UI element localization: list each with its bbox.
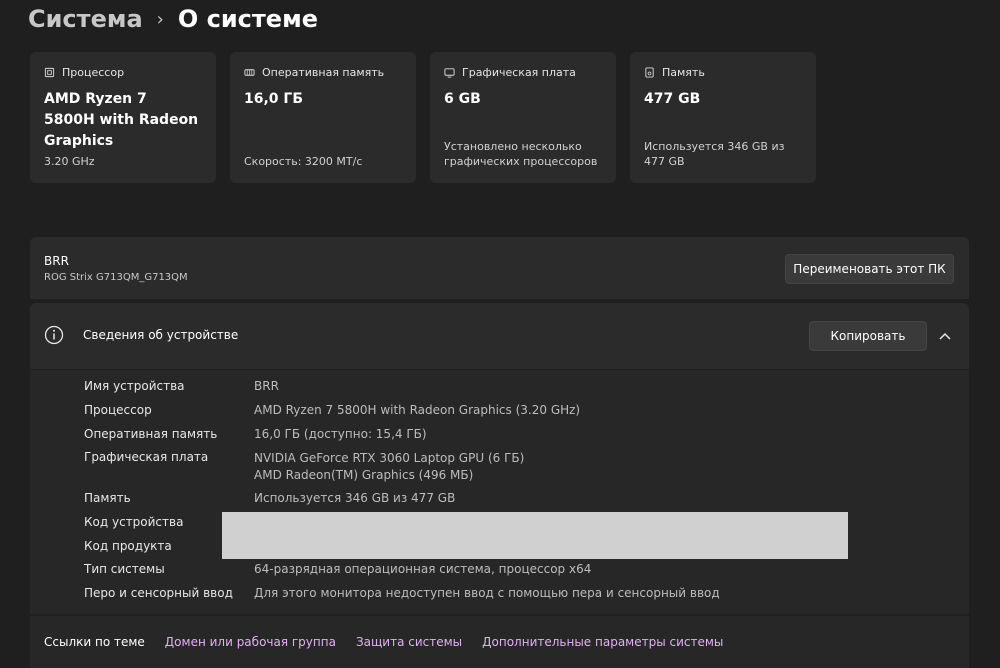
processor-card: Процессор AMD Ryzen 7 5800H with Radeon …	[30, 52, 216, 183]
spec-value-secondary: AMD Radeon(TM) Graphics (496 МБ)	[254, 468, 474, 482]
spec-label: Перо и сенсорный ввод	[84, 586, 233, 600]
device-specs-list: Имя устройства BRR Процессор AMD Ryzen 7…	[30, 370, 969, 614]
gpu-icon	[444, 68, 455, 78]
card-title: Память	[662, 66, 705, 79]
storage-icon	[645, 67, 654, 78]
card-value: 16,0 ГБ	[244, 91, 304, 107]
card-note: 3.20 GHz	[44, 155, 95, 168]
spec-value: NVIDIA GeForce RTX 3060 Laptop GPU (6 ГБ…	[254, 451, 525, 465]
spec-value: Для этого монитора недоступен ввод с пом…	[254, 586, 720, 600]
copy-button[interactable]: Копировать	[809, 321, 927, 351]
related-links: Ссылки по теме Домен или рабочая группа …	[30, 616, 969, 668]
memory-card: Оперативная память 16,0 ГБ Скорость: 320…	[230, 52, 416, 183]
card-title: Графическая плата	[462, 66, 576, 79]
device-specs-header[interactable]: Сведения об устройстве Копировать	[30, 303, 969, 369]
card-title: Оперативная память	[262, 66, 385, 79]
spec-value: AMD Ryzen 7 5800H with Radeon Graphics (…	[254, 403, 581, 417]
storage-card: Память 477 GB Используется 346 GB из 477…	[630, 52, 816, 183]
related-links-label: Ссылки по теме	[44, 635, 145, 649]
spec-label: Память	[84, 491, 131, 505]
spec-value: 16,0 ГБ (доступно: 15,4 ГБ)	[254, 427, 427, 441]
spec-label: Графическая плата	[84, 450, 209, 464]
spec-value: 64-разрядная операционная система, проце…	[254, 562, 592, 576]
spec-label: Оперативная память	[84, 427, 218, 441]
spec-label: Процессор	[84, 403, 152, 417]
card-value: 477 GB	[644, 91, 701, 107]
device-specs-title: Сведения об устройстве	[83, 328, 239, 342]
redacted-block	[222, 512, 848, 559]
rename-pc-button[interactable]: Переименовать этот ПК	[785, 254, 954, 284]
spec-label: Код устройства	[84, 515, 184, 529]
spec-label: Тип системы	[84, 562, 165, 576]
spec-cards: Процессор AMD Ryzen 7 5800H with Radeon …	[30, 52, 816, 183]
memory-icon	[244, 69, 255, 76]
spec-value: Используется 346 GB из 477 GB	[254, 491, 456, 505]
gpu-card: Графическая плата 6 GB Установлено неско…	[430, 52, 616, 183]
breadcrumb-separator-icon: ›	[156, 8, 164, 30]
device-model: ROG Strix G713QM_G713QM	[44, 272, 188, 283]
spec-label: Имя устройства	[84, 379, 185, 393]
link-system-protection[interactable]: Защита системы	[356, 635, 462, 649]
spec-value: BRR	[254, 379, 279, 393]
card-title: Процессор	[62, 66, 125, 79]
card-note: Установлено несколько графических процес…	[444, 140, 598, 168]
breadcrumb: Система › О системе	[28, 2, 318, 36]
page-title: О системе	[177, 5, 318, 33]
info-icon	[44, 325, 64, 345]
link-advanced-settings[interactable]: Дополнительные параметры системы	[482, 635, 723, 649]
spec-label: Код продукта	[84, 539, 172, 553]
device-name-panel: BRR ROG Strix G713QM_G713QM Переименоват…	[30, 237, 969, 299]
card-value: AMD Ryzen 7 5800H with Radeon Graphics	[44, 91, 199, 149]
processor-icon	[44, 67, 55, 78]
chevron-up-icon[interactable]	[938, 330, 952, 342]
device-name: BRR	[44, 254, 69, 268]
card-note: Используется 346 GB из 477 GB	[644, 140, 785, 168]
card-value: 6 GB	[444, 91, 481, 107]
link-domain-workgroup[interactable]: Домен или рабочая группа	[165, 635, 336, 649]
breadcrumb-parent[interactable]: Система	[28, 5, 143, 33]
card-note: Скорость: 3200 МТ/с	[244, 155, 363, 168]
